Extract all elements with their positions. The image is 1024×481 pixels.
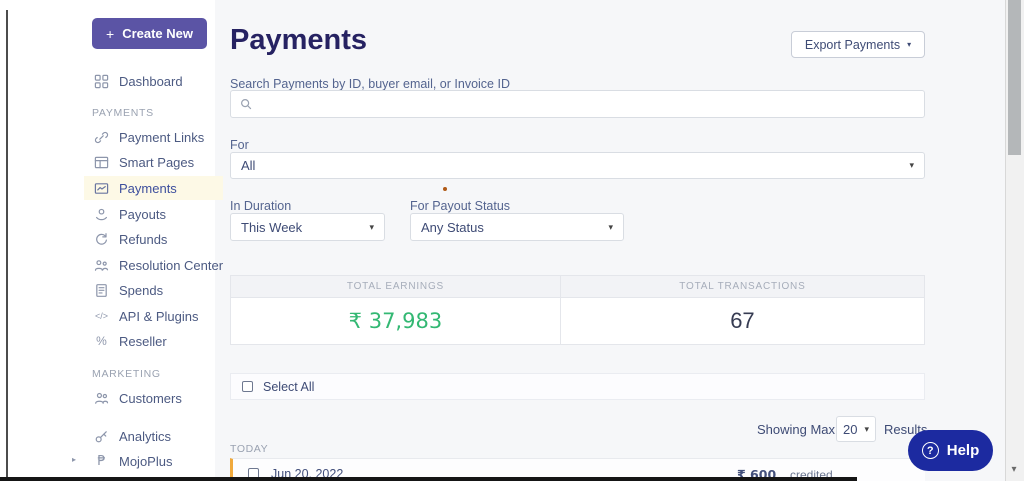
sidebar-item-label: Reseller bbox=[119, 334, 167, 349]
code-icon: </> bbox=[94, 311, 109, 321]
total-earnings-value: ₹ 37,983 bbox=[231, 298, 561, 344]
showing-max-label: Showing Max bbox=[757, 422, 835, 437]
payouts-icon bbox=[94, 207, 109, 222]
for-filter-select[interactable]: All ▾ bbox=[230, 152, 925, 179]
sidebar-item-label: Analytics bbox=[119, 429, 171, 444]
select-caret-icon: ▾ bbox=[369, 223, 374, 232]
sidebar-item-mojoplus[interactable]: ₱ MojoPlus bbox=[94, 450, 172, 472]
sidebar: + Create New Dashboard PAYMENTS Payment … bbox=[8, 0, 215, 481]
total-earnings-header: TOTAL EARNINGS bbox=[231, 276, 561, 297]
window-bottom-edge bbox=[0, 477, 857, 481]
payments-chart-icon bbox=[94, 181, 109, 196]
chevron-down-icon: ▾ bbox=[907, 41, 911, 49]
scrollbar-down-arrow-icon[interactable]: ▾ bbox=[1006, 464, 1022, 475]
sidebar-item-payouts[interactable]: Payouts bbox=[94, 203, 166, 225]
sidebar-item-label: Refunds bbox=[119, 232, 167, 247]
sidebar-item-label: API & Plugins bbox=[119, 309, 199, 324]
sidebar-item-smart-pages[interactable]: Smart Pages bbox=[94, 151, 194, 173]
sidebar-item-label: Smart Pages bbox=[119, 155, 194, 170]
stats-summary-table: TOTAL EARNINGS TOTAL TRANSACTIONS ₹ 37,9… bbox=[230, 275, 925, 345]
sidebar-item-label: Dashboard bbox=[119, 74, 183, 89]
plus-icon: + bbox=[106, 26, 114, 42]
select-all-bar: Select All bbox=[230, 373, 925, 400]
sidebar-item-label: MojoPlus bbox=[119, 454, 172, 469]
payout-status-filter-label: For Payout Status bbox=[410, 199, 510, 213]
mojoplus-icon: ₱ bbox=[94, 454, 109, 469]
smart-pages-icon bbox=[94, 155, 109, 170]
sidebar-section-payments-header: PAYMENTS bbox=[92, 107, 154, 119]
select-caret-icon: ▾ bbox=[608, 223, 613, 232]
duration-filter-select[interactable]: This Week ▾ bbox=[230, 213, 385, 241]
sidebar-section-marketing-header: MARKETING bbox=[92, 368, 161, 380]
sidebar-item-label: Resolution Center bbox=[119, 258, 223, 273]
sidebar-item-refunds[interactable]: Refunds bbox=[94, 228, 167, 250]
export-payments-button[interactable]: Export Payments ▾ bbox=[791, 31, 925, 58]
sidebar-item-label: Payments bbox=[119, 181, 177, 196]
payout-status-filter-select[interactable]: Any Status ▾ bbox=[410, 213, 624, 241]
for-filter-value: All bbox=[241, 158, 255, 173]
export-payments-label: Export Payments bbox=[805, 38, 900, 52]
sidebar-item-api-plugins[interactable]: </> API & Plugins bbox=[94, 305, 199, 327]
spends-icon bbox=[94, 283, 109, 298]
sidebar-item-label: Payouts bbox=[119, 207, 166, 222]
search-label: Search Payments by ID, buyer email, or I… bbox=[230, 77, 510, 91]
percent-icon: % bbox=[94, 334, 109, 348]
customers-icon bbox=[94, 391, 109, 406]
select-all-checkbox[interactable] bbox=[242, 381, 253, 392]
app-window: + Create New Dashboard PAYMENTS Payment … bbox=[0, 0, 1024, 481]
page-title: Payments bbox=[230, 24, 367, 57]
search-input[interactable] bbox=[230, 90, 925, 118]
sidebar-item-customers[interactable]: Customers bbox=[94, 387, 182, 409]
dashboard-grid-icon bbox=[94, 74, 109, 89]
sidebar-item-label: Customers bbox=[119, 391, 182, 406]
sidebar-item-label: Payment Links bbox=[119, 130, 204, 145]
sidebar-item-reseller[interactable]: % Reseller bbox=[94, 330, 167, 352]
search-icon bbox=[239, 97, 253, 111]
showing-max-select[interactable]: 20 ▾ bbox=[836, 416, 876, 442]
select-caret-icon: ▾ bbox=[864, 425, 869, 434]
total-transactions-value: 67 bbox=[561, 298, 924, 344]
group-header-today: TODAY bbox=[230, 443, 268, 455]
help-button[interactable]: ? Help bbox=[908, 430, 993, 471]
sidebar-item-analytics[interactable]: Analytics bbox=[94, 425, 171, 447]
total-transactions-header: TOTAL TRANSACTIONS bbox=[561, 276, 924, 297]
analytics-key-icon bbox=[94, 429, 109, 444]
sidebar-item-spends[interactable]: Spends bbox=[94, 279, 163, 301]
scrollbar-thumb[interactable] bbox=[1008, 0, 1021, 155]
sidebar-item-dashboard[interactable]: Dashboard bbox=[94, 70, 183, 92]
question-mark-icon: ? bbox=[922, 442, 939, 459]
for-filter-label: For bbox=[230, 138, 249, 152]
showing-max-value: 20 bbox=[843, 422, 857, 437]
refunds-icon bbox=[94, 232, 109, 247]
link-icon bbox=[94, 130, 109, 145]
help-label: Help bbox=[947, 442, 980, 459]
sidebar-item-resolution-center[interactable]: Resolution Center bbox=[94, 254, 223, 276]
payout-status-filter-value: Any Status bbox=[421, 220, 484, 235]
sidebar-item-label: Spends bbox=[119, 283, 163, 298]
create-new-button[interactable]: + Create New bbox=[92, 18, 207, 49]
duration-filter-value: This Week bbox=[241, 220, 302, 235]
duration-filter-label: In Duration bbox=[230, 199, 291, 213]
resolution-center-icon bbox=[94, 258, 109, 273]
mojoplus-expand-arrow-icon[interactable]: ▸ bbox=[72, 455, 76, 464]
cursor-dot bbox=[443, 187, 447, 191]
select-all-label: Select All bbox=[263, 380, 314, 394]
sidebar-item-payments[interactable]: Payments bbox=[94, 177, 177, 199]
sidebar-item-payment-links[interactable]: Payment Links bbox=[94, 126, 204, 148]
create-new-label: Create New bbox=[122, 26, 193, 41]
select-caret-icon: ▾ bbox=[909, 161, 914, 170]
